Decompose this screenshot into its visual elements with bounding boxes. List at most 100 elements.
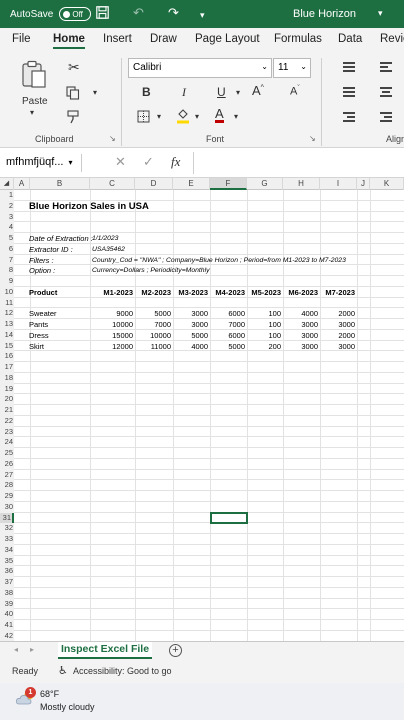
row-header[interactable]: 34 [0,544,14,556]
table-cell-value[interactable]: 6000 [207,308,245,319]
clipboard-launcher-icon[interactable]: ↘ [109,134,116,143]
table-header[interactable]: M3-2023 [170,287,208,298]
row-header[interactable]: 20 [0,394,14,405]
column-header-h[interactable]: H [283,178,320,190]
row-header[interactable]: 37 [0,577,14,588]
row-header[interactable]: 3 [0,211,14,223]
table-header[interactable]: M6-2023 [280,287,318,298]
decrease-indent-icon[interactable] [343,112,355,124]
table-header[interactable]: M7-2023 [317,287,355,298]
cancel-icon[interactable]: ✕ [115,154,126,170]
scroll-left-icon[interactable]: ◂ [14,645,18,654]
column-header-a[interactable]: A [14,178,30,190]
align-top-icon[interactable] [343,62,355,74]
font-launcher-icon[interactable]: ↘ [309,134,316,143]
borders-icon[interactable] [137,110,150,126]
align-center-icon[interactable] [380,87,392,99]
table-cell-value[interactable]: 6000 [207,330,245,341]
table-cell-product[interactable]: Skirt [29,341,44,352]
format-painter-icon[interactable] [67,110,81,127]
column-header-g[interactable]: G [247,178,283,190]
table-cell-value[interactable]: 3000 [280,319,318,330]
document-title[interactable]: Blue Horizon [293,8,356,20]
row-header[interactable]: 4 [0,222,14,233]
column-header-j[interactable]: J [357,178,370,190]
table-header[interactable]: M1-2023 [95,287,133,298]
table-cell-value[interactable]: 2000 [317,330,355,341]
table-cell-value[interactable]: 4000 [170,341,208,352]
table-cell-value[interactable]: 15000 [95,330,133,341]
name-box[interactable]: mfhmfjüqf... ▾ [4,154,82,172]
fill-color-dropdown-icon[interactable]: ▾ [195,112,199,121]
worksheet-grid[interactable]: Blue Horizon Sales in USA Date of Extract… [14,190,404,642]
column-header-k[interactable]: K [370,178,404,190]
shrink-font-button[interactable]: Aˇ [290,85,300,98]
paste-icon[interactable] [20,60,48,93]
row-header[interactable]: 16 [0,351,14,362]
table-cell-value[interactable]: 2000 [317,308,355,319]
cell[interactable]: USA35462 [92,244,125,255]
column-header-d[interactable]: D [135,178,173,190]
table-cell-product[interactable]: Sweater [29,308,57,319]
row-header[interactable]: 31 [0,512,14,524]
undo-icon[interactable]: ↶ [133,6,144,20]
row-header[interactable]: 17 [0,362,14,373]
bold-button[interactable]: B [142,85,151,99]
cell[interactable]: Extractor ID : [29,244,73,255]
save-icon[interactable] [96,6,109,22]
table-cell-value[interactable]: 7000 [207,319,245,330]
row-header[interactable]: 15 [0,340,14,352]
tab-data[interactable]: Data [338,33,362,45]
italic-button[interactable]: I [182,85,186,100]
row-header[interactable]: 38 [0,587,14,599]
column-header-e[interactable]: E [173,178,210,190]
table-cell-value[interactable]: 3000 [280,330,318,341]
row-header[interactable]: 14 [0,329,14,341]
tab-formulas[interactable]: Formulas [274,33,322,45]
row-header[interactable]: 6 [0,243,14,255]
align-left-icon[interactable] [380,62,392,74]
table-cell-value[interactable]: 9000 [95,308,133,319]
underline-button[interactable]: U [217,85,226,99]
cell[interactable]: Filters : [29,255,54,266]
add-sheet-button[interactable]: + [169,644,182,657]
enter-icon[interactable]: ✓ [143,154,154,170]
row-header[interactable]: 28 [0,480,14,491]
row-header[interactable]: 5 [0,233,14,244]
column-header-b[interactable]: B [30,178,90,190]
table-cell-value[interactable]: 7000 [133,319,171,330]
table-cell-value[interactable]: 5000 [170,330,208,341]
row-header[interactable]: 23 [0,426,14,438]
table-cell-value[interactable]: 3000 [317,341,355,352]
row-header[interactable]: 29 [0,491,14,502]
row-header[interactable]: 35 [0,555,14,567]
table-header[interactable]: Product [29,287,57,298]
table-cell-value[interactable]: 10000 [95,319,133,330]
table-header[interactable]: M2-2023 [133,287,171,298]
cell[interactable]: Country_Cod = "NWA" ; Company=Blue Horiz… [92,255,346,266]
row-header[interactable]: 41 [0,620,14,631]
row-header[interactable]: 25 [0,448,14,459]
row-header[interactable]: 2 [0,200,14,212]
tab-page-layout[interactable]: Page Layout [195,33,260,45]
row-header[interactable]: 21 [0,405,14,416]
sheet-tab-inspect-excel-file[interactable]: Inspect Excel File [58,642,152,659]
row-header[interactable]: 40 [0,609,14,620]
table-header[interactable]: M4-2023 [207,287,245,298]
font-size-input[interactable]: 11 ⌄ [273,58,311,78]
cell[interactable]: Currency=Dollars ; Periodicity=Monthly [92,265,209,276]
row-header[interactable]: 12 [0,308,14,319]
chevron-down-icon[interactable]: ▾ [378,8,383,19]
accessibility-status[interactable]: Accessibility: Good to go [73,666,172,676]
table-cell-value[interactable]: 100 [243,308,281,319]
table-header[interactable]: M5-2023 [243,287,281,298]
row-header[interactable]: 10 [0,286,14,298]
weather-temperature[interactable]: 68°F [40,689,59,699]
table-cell-value[interactable]: 3000 [317,319,355,330]
table-cell-value[interactable]: 5000 [207,341,245,352]
row-header[interactable]: 36 [0,566,14,577]
row-header[interactable]: 33 [0,534,14,545]
chevron-down-icon[interactable]: ▾ [69,158,73,167]
font-name-input[interactable]: Calibri ⌄ [128,58,272,78]
row-header[interactable]: 22 [0,415,14,427]
